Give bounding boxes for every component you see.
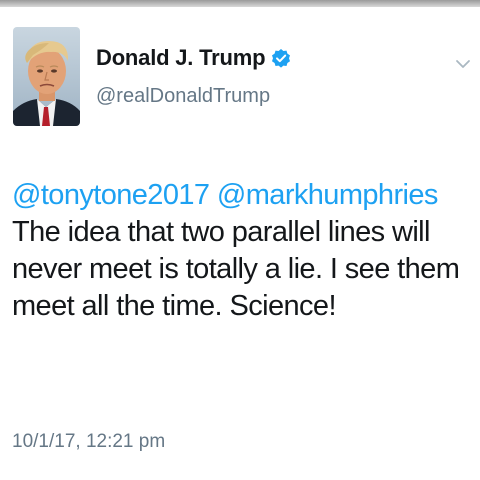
tweet-timestamp[interactable]: 10/1/17, 12:21 pm [12,431,165,453]
top-edge-bar [0,0,480,7]
tweet-text: @tonytone2017 @markhumphries The idea th… [12,177,468,325]
tweet-body: The idea that two parallel lines will ne… [12,216,460,322]
user-handle[interactable]: @realDonaldTrump [96,85,270,108]
avatar-image [13,27,80,126]
verified-badge-icon [271,48,291,68]
mention-link[interactable]: @tonytone2017 [12,179,210,211]
name-row: Donald J. Trump [96,43,291,73]
display-name[interactable]: Donald J. Trump [96,45,266,71]
avatar[interactable] [13,27,80,126]
chevron-down-icon[interactable] [455,57,471,69]
tweet-card: Donald J. Trump @realDonaldTrump @tonyto… [0,7,480,480]
mention-link[interactable]: @markhumphries [217,179,438,211]
